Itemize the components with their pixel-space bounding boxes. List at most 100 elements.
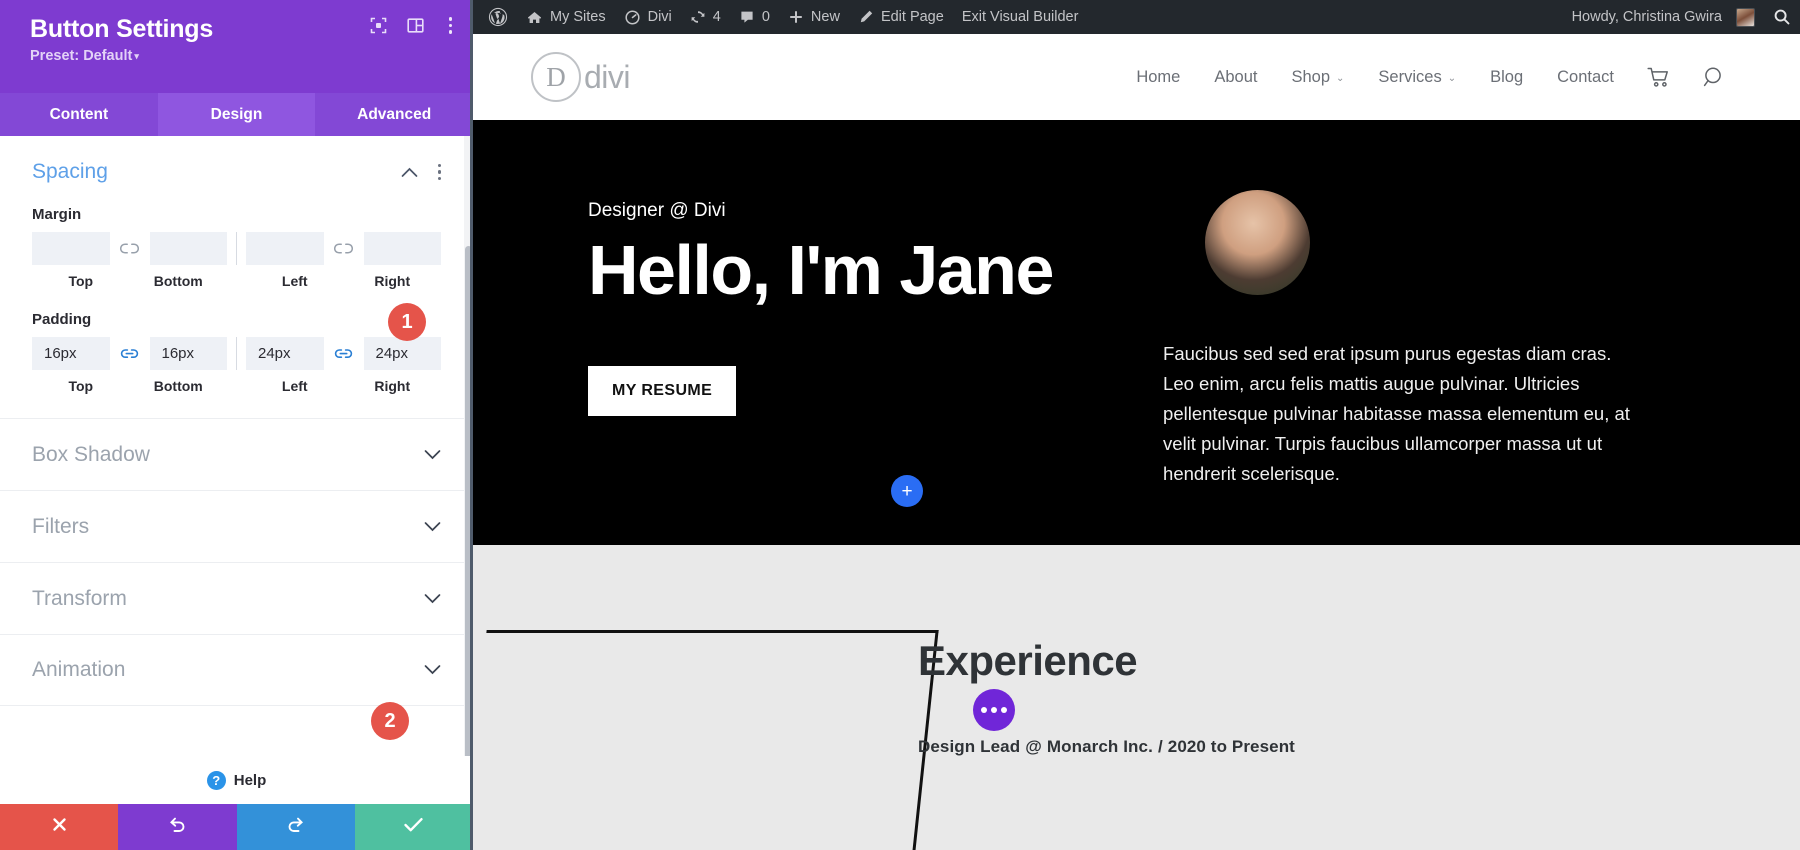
layout-columns-icon[interactable] [407, 17, 424, 34]
spacing-section-header: Spacing [32, 160, 441, 184]
page-preview: My Sites Divi 4 0 [473, 0, 1800, 850]
focus-target-icon[interactable] [370, 17, 387, 34]
margin-right-input[interactable] [364, 232, 442, 265]
save-button[interactable] [355, 804, 473, 850]
admin-bar-edit-page[interactable]: Edit Page [849, 0, 953, 34]
link-broken-icon[interactable] [324, 242, 364, 255]
hero-title: Hello, I'm Jane [588, 234, 1163, 308]
link-connected-icon[interactable] [110, 347, 150, 360]
padding-bottom-input[interactable]: 16px [150, 337, 228, 370]
experience-at: @ [1020, 737, 1047, 756]
margin-vertical-labels: Top Bottom [32, 273, 227, 289]
admin-bar-updates[interactable]: 4 [681, 0, 730, 34]
padding-label: Padding [32, 311, 441, 328]
panel-preset-label: Preset: Default [30, 48, 132, 64]
accordion-label: Transform [32, 587, 127, 611]
chevron-down-icon [424, 517, 441, 537]
padding-labels-row: Top Bottom Left Right [32, 378, 441, 394]
nav-item-about[interactable]: About [1197, 68, 1274, 87]
panel-preset-selector[interactable]: Preset: Default▾ [30, 48, 451, 64]
help-label: Help [234, 772, 267, 789]
search-icon [1773, 8, 1791, 26]
accordion-label: Filters [32, 515, 89, 539]
panel-header-icons [370, 17, 458, 34]
link-broken-icon[interactable] [110, 242, 150, 255]
padding-horizontal-labels: Left Right [246, 378, 441, 394]
my-resume-button[interactable]: MY RESUME [588, 366, 736, 416]
labels-spacer [227, 378, 246, 394]
wordpress-logo-icon[interactable] [479, 0, 517, 34]
margin-left-label: Left [246, 273, 344, 289]
experience-entry: Design Lead@Monarch Inc./2020 to Present [918, 737, 1295, 757]
wp-admin-bar: My Sites Divi 4 0 [473, 0, 1800, 34]
more-vertical-icon[interactable] [444, 17, 458, 34]
nav-item-shop[interactable]: Shop⌄ [1274, 68, 1361, 87]
margin-bottom-label: Bottom [130, 273, 228, 289]
panel-tabs: Content Design Advanced [0, 93, 473, 136]
shopping-cart-icon[interactable] [1631, 67, 1687, 88]
padding-divider [236, 337, 237, 370]
accordion-box-shadow[interactable]: Box Shadow [0, 418, 473, 490]
redo-button[interactable] [237, 804, 355, 850]
discard-changes-button[interactable] [0, 804, 118, 850]
chevron-down-icon: ▾ [134, 51, 139, 61]
tab-content[interactable]: Content [0, 93, 158, 136]
admin-bar-howdy[interactable]: Howdy, Christina Gwira [1563, 0, 1764, 34]
nav-item-services[interactable]: Services⌄ [1361, 68, 1473, 87]
admin-bar-my-sites[interactable]: My Sites [517, 0, 615, 34]
link-connected-icon[interactable] [324, 347, 364, 360]
sites-house-icon [526, 9, 543, 26]
experience-dates: 2020 to Present [1168, 737, 1295, 756]
panel-resize-handle[interactable] [470, 0, 473, 850]
hero-right-column: Faucibus sed sed erat ipsum purus egesta… [1163, 178, 1800, 545]
margin-divider [236, 232, 237, 265]
margin-labels-row: Top Bottom Left Right [32, 273, 441, 289]
chevron-up-icon[interactable] [401, 164, 418, 181]
decorative-outline-shape [473, 630, 939, 850]
site-nav: Home About Shop⌄ Services⌄ Blog Contact [1119, 66, 1742, 89]
module-settings-button[interactable] [973, 689, 1015, 731]
panel-body: Spacing Margin [0, 136, 473, 756]
redo-arrow-icon [286, 815, 305, 839]
padding-bottom-label: Bottom [130, 378, 228, 394]
margin-horizontal-group [246, 232, 441, 265]
admin-bar-divi[interactable]: Divi [615, 0, 681, 34]
admin-bar-new[interactable]: New [779, 0, 849, 34]
padding-right-input[interactable]: 24px [364, 337, 442, 370]
more-horizontal-icon [1001, 707, 1007, 713]
tab-design[interactable]: Design [158, 93, 316, 136]
padding-right-label: Right [344, 378, 442, 394]
admin-bar-exit-visual-builder[interactable]: Exit Visual Builder [953, 0, 1088, 34]
experience-separator: / [1153, 737, 1168, 756]
accordion-transform[interactable]: Transform [0, 562, 473, 634]
nav-item-contact[interactable]: Contact [1540, 68, 1631, 87]
undo-button[interactable] [118, 804, 236, 850]
site-logo[interactable]: D divi [531, 52, 630, 102]
padding-top-input[interactable]: 16px [32, 337, 110, 370]
chevron-down-icon: ⌄ [1336, 73, 1344, 84]
spacing-section-controls [401, 164, 442, 181]
padding-left-input[interactable]: 24px [246, 337, 324, 370]
hero-section: Designer @ Divi Hello, I'm Jane MY RESUM… [473, 120, 1800, 545]
more-vertical-icon[interactable] [438, 164, 442, 181]
margin-left-input[interactable] [246, 232, 324, 265]
tab-advanced[interactable]: Advanced [315, 93, 473, 136]
close-x-icon [51, 816, 68, 838]
margin-top-input[interactable] [32, 232, 110, 265]
portrait-photo [1205, 190, 1310, 295]
checkmark-icon [403, 816, 424, 838]
margin-control-group: Margin [32, 206, 441, 289]
add-module-button[interactable]: + [891, 475, 923, 507]
help-link[interactable]: ? Help [0, 756, 473, 804]
accordion-animation[interactable]: Animation [0, 634, 473, 706]
search-icon[interactable] [1687, 66, 1742, 89]
nav-item-blog[interactable]: Blog [1473, 68, 1540, 87]
admin-bar-comments[interactable]: 0 [730, 0, 779, 34]
nav-label: Blog [1490, 68, 1523, 87]
more-horizontal-icon [981, 707, 987, 713]
margin-bottom-input[interactable] [150, 232, 228, 265]
accordion-filters[interactable]: Filters [0, 490, 473, 562]
spacing-section: Spacing Margin [0, 136, 473, 394]
admin-bar-search[interactable] [1764, 0, 1800, 34]
nav-item-home[interactable]: Home [1119, 68, 1197, 87]
